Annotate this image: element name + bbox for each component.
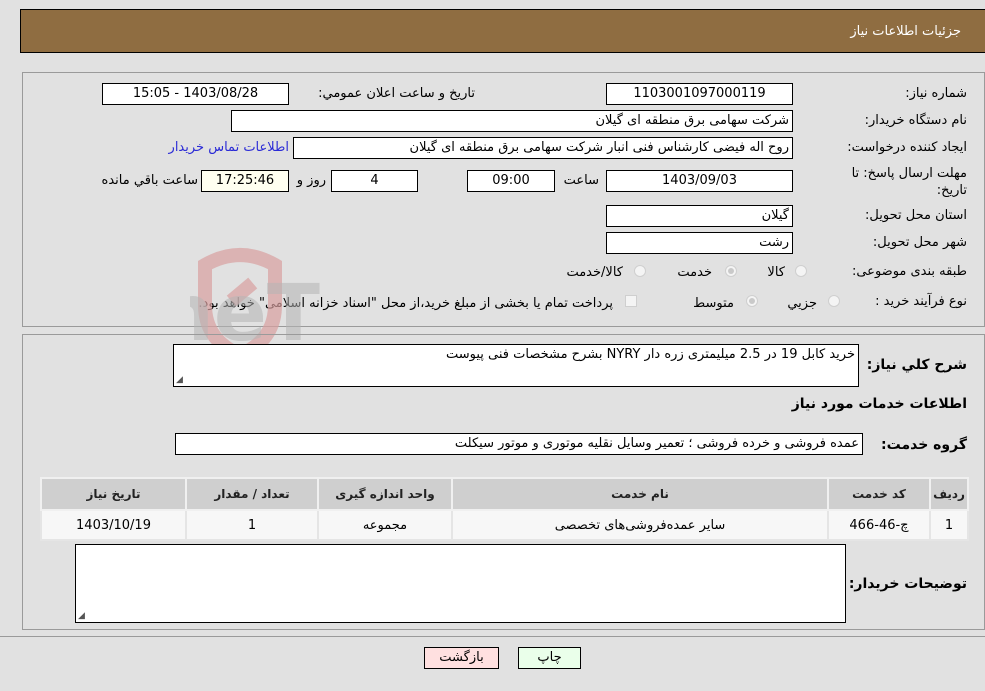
process-option-minor: جزيي [787,296,817,311]
cell-need-date: 1403/10/19 [40,509,187,541]
service-group-field[interactable]: عمده فروشی و خرده فروشی ؛ تعمیر وسایل نق… [175,433,863,455]
table-row[interactable]: 1 چ-46-466 سایر عمده‌فروشی‌های تخصصی مجم… [40,509,969,541]
services-table: ردیف کد خدمت نام خدمت واحد اندازه گیری ت… [40,477,969,541]
page-title: جزئیات اطلاعات نیاز [850,24,961,39]
province-label: استان محل تحویل: [865,208,967,223]
footer-divider [0,636,985,637]
cell-quantity: 1 [185,509,319,541]
category-option-goods: کالا [767,265,785,280]
category-radio-goods[interactable] [795,265,807,277]
category-radio-goods-service[interactable] [634,265,646,277]
treasury-checkbox-label: پرداخت تمام یا بخشی از مبلغ خرید،از محل … [198,296,613,311]
time-label: ساعت [563,173,599,188]
print-button[interactable]: چاپ [518,647,581,669]
city-label: شهر محل تحویل: [872,235,967,250]
back-button[interactable]: بازگشت [424,647,499,669]
deadline-label-date: تاریخ: [936,183,967,198]
category-option-service: خدمت [677,265,712,280]
province-field[interactable]: گیلان [606,205,793,227]
process-label: نوع فرآیند خرید : [875,294,967,309]
summary-text: خرید کابل 19 در 2.5 میلیمتری زره دار NYR… [445,347,855,362]
deadline-date-field[interactable]: 1403/09/03 [606,170,793,192]
summary-textarea[interactable]: خرید کابل 19 در 2.5 میلیمتری زره دار NYR… [173,344,859,387]
deadline-label: مهلت ارسال پاسخ: تا [851,166,967,181]
buyer-notes-label: توضیحات خریدار: [848,576,967,592]
days-label: روز و [296,173,326,188]
col-row: ردیف [929,477,969,511]
city-field[interactable]: رشت [606,232,793,254]
treasury-checkbox[interactable] [625,295,637,307]
buyer-contact-link[interactable]: اطلاعات تماس خریدار [169,140,289,155]
cell-row: 1 [929,509,969,541]
cell-service-name: سایر عمده‌فروشی‌های تخصصی [451,509,829,541]
process-radio-minor[interactable] [828,295,840,307]
col-need-date: تاریخ نیاز [40,477,187,511]
cell-unit: مجموعه [317,509,453,541]
page-header: جزئیات اطلاعات نیاز [20,9,985,53]
col-service-name: نام خدمت [451,477,829,511]
category-label: طبقه بندی موضوعی: [851,264,967,279]
col-service-code: کد خدمت [827,477,931,511]
table-header-row: ردیف کد خدمت نام خدمت واحد اندازه گیری ت… [40,477,969,511]
category-radio-service[interactable] [725,265,737,277]
days-remaining-field[interactable]: 4 [331,170,418,192]
announce-label: تاریخ و ساعت اعلان عمومي: [318,86,475,101]
cell-service-code: چ-46-466 [827,509,931,541]
resize-grip-icon[interactable]: ◢ [176,375,183,385]
buyer-org-label: نام دستگاه خریدار: [864,113,967,128]
need-number-field[interactable]: 1103001097000119 [606,83,793,105]
process-radio-medium[interactable] [746,295,758,307]
announce-datetime-field[interactable]: 1403/08/28 - 15:05 [102,83,289,105]
creator-field[interactable]: روح اله فیضی کارشناس فنی انبار شرکت سهام… [293,137,793,159]
buyer-notes-textarea[interactable]: ◢ [75,544,846,623]
need-number-label: شماره نیاز: [905,86,967,101]
services-section-title: اطلاعات خدمات مورد نیاز [791,396,967,412]
summary-label: شرح كلي نیاز: [866,357,967,373]
creator-label: ایجاد کننده درخواست: [847,140,967,155]
process-option-medium: متوسط [693,296,734,311]
category-option-goods-service: کالا/خدمت [566,265,623,280]
service-group-label: گروه خدمت: [881,437,967,453]
remaining-label: ساعت باقي مانده [101,173,198,188]
buyer-org-field[interactable]: شرکت سهامی برق منطقه ای گیلان [231,110,793,132]
deadline-time-field[interactable]: 09:00 [467,170,555,192]
resize-grip-icon[interactable]: ◢ [78,611,85,621]
col-quantity: تعداد / مقدار [185,477,319,511]
time-remaining-field[interactable]: 17:25:46 [201,170,289,192]
col-unit: واحد اندازه گیری [317,477,453,511]
